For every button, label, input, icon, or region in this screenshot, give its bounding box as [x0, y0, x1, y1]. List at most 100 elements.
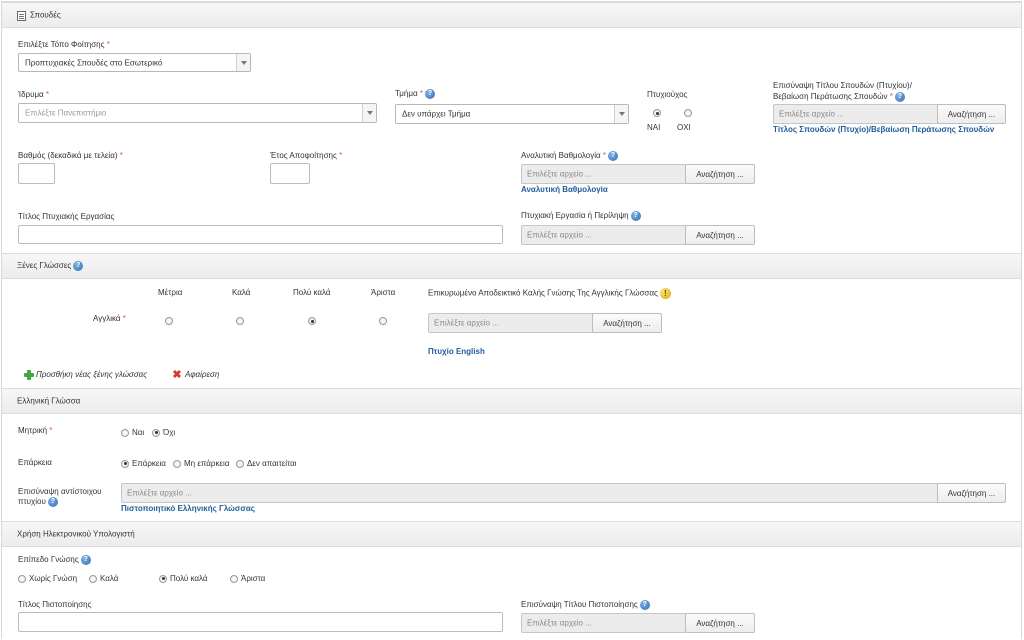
- native-yes-radio[interactable]: [121, 428, 129, 437]
- chevron-down-icon: [362, 104, 376, 122]
- year-input[interactable]: [270, 163, 310, 184]
- computer-cert-upload-label: Επισύναψη Τίτλου Πιστοποίησης?: [521, 600, 650, 610]
- remove-icon[interactable]: ✖: [172, 370, 182, 381]
- level-very-good-radio[interactable]: [159, 574, 167, 583]
- graduate-label: Πτυχιούχος: [647, 90, 688, 99]
- proficiency-yes-radio[interactable]: [121, 459, 129, 468]
- transcript-link[interactable]: Αναλυτική Βαθμολογία: [521, 185, 608, 194]
- studies-section-header: Σπουδές: [2, 2, 1021, 28]
- language-cert-label: Επικυρωμένο Αποδεικτικό Καλής Γνώσης Της…: [428, 288, 671, 299]
- greek-cert-search-button[interactable]: Αναζήτηση ...: [937, 483, 1006, 503]
- help-icon[interactable]: ?: [630, 211, 641, 221]
- english-good-radio[interactable]: [236, 317, 244, 325]
- graduate-no-radio[interactable]: [684, 109, 692, 117]
- proficiency-no-radio[interactable]: [173, 459, 181, 468]
- thesis-title-input[interactable]: [18, 225, 503, 244]
- proficiency-not-required-option[interactable]: Δεν απαιτείται: [236, 459, 297, 468]
- native-yes-option[interactable]: Ναι: [121, 428, 144, 437]
- computer-title: Χρήση Ηλεκτρονικού Υπολογιστή: [17, 529, 135, 539]
- remove-language-button[interactable]: Αφαίρεση: [185, 370, 219, 379]
- degree-link[interactable]: Τίτλος Σπουδών (Πτυχίο)/Βεβαίωση Περάτωσ…: [773, 125, 994, 134]
- help-icon[interactable]: ?: [639, 600, 650, 610]
- computer-level-label: Επίπεδο Γνώσης?: [18, 555, 91, 565]
- graduate-no-label: ΟΧΙ: [677, 123, 691, 132]
- english-cert-search-button[interactable]: Αναζήτηση ...: [592, 313, 662, 333]
- greek-upload-label-line1: Επισύναψη αντίστοιχου: [18, 487, 102, 496]
- institution-select[interactable]: Επιλέξτε Πανεπιστήμιο: [18, 103, 377, 123]
- chevron-down-icon: [236, 54, 250, 71]
- thesis-upload-label: Πτυχιακή Εργασία ή Περίληψη?: [521, 211, 641, 221]
- institution-select-value: Επιλέξτε Πανεπιστήμιο: [25, 108, 107, 118]
- department-label: Τμήμα *?: [395, 89, 435, 99]
- plus-icon[interactable]: [24, 370, 34, 380]
- degree-upload-label-line1: Επισύναψη Τίτλου Σπουδών (Πτυχίου)/: [773, 81, 912, 90]
- level-excellent-option[interactable]: Άριστα: [230, 574, 265, 583]
- place-select[interactable]: Προπτυχιακές Σπουδές στο Εσωτερικό: [18, 53, 251, 72]
- thesis-file-input[interactable]: Επιλέξτε αρχείο ...: [521, 225, 687, 245]
- native-label: Μητρική *: [18, 426, 53, 435]
- english-cert-file-input[interactable]: Επιλέξτε αρχείο ...: [428, 313, 594, 333]
- help-icon[interactable]: ?: [894, 92, 905, 102]
- proficiency-yes-option[interactable]: Επάρκεια: [121, 459, 166, 468]
- computer-cert-file-input[interactable]: Επιλέξτε αρχείο ...: [521, 613, 687, 633]
- proficiency-not-required-radio[interactable]: [236, 459, 244, 468]
- graduate-yes-radio[interactable]: [653, 109, 661, 117]
- english-very-good-radio[interactable]: [308, 317, 316, 325]
- file-placeholder: Επιλέξτε αρχείο ...: [527, 230, 592, 240]
- file-placeholder: Επιλέξτε αρχείο ...: [434, 318, 499, 328]
- grade-input[interactable]: [18, 163, 55, 184]
- document-icon: [17, 11, 26, 21]
- native-no-radio[interactable]: [152, 428, 160, 437]
- grade-label: Βαθμός (δεκαδικά με τελεία) *: [18, 151, 123, 160]
- transcript-label: Αναλυτική Βαθμολογία *?: [521, 151, 619, 161]
- computer-cert-search-button[interactable]: Αναζήτηση ...: [685, 613, 755, 633]
- level-none-radio[interactable]: [18, 574, 26, 583]
- help-icon[interactable]: ?: [608, 151, 619, 161]
- year-label: Έτος Αποφοίτησης *: [270, 151, 343, 160]
- proficiency-label: Επάρκεια: [18, 458, 52, 467]
- institution-label: Ίδρυμα *: [18, 90, 50, 99]
- english-cert-link[interactable]: Πτυχίο English: [428, 347, 485, 356]
- place-select-value: Προπτυχιακές Σπουδές στο Εσωτερικό: [25, 58, 163, 67]
- place-label: Επιλέξτε Τόπο Φοίτησης *: [18, 40, 110, 49]
- language-name: Αγγλικά *: [93, 314, 126, 323]
- thesis-search-button[interactable]: Αναζήτηση ...: [685, 225, 755, 245]
- add-language-button[interactable]: Προσθήκη νέας ξένης γλώσσας: [36, 370, 147, 379]
- level-excellent-radio[interactable]: [230, 574, 238, 583]
- thesis-title-label: Τίτλος Πτυχιακής Εργασίας: [18, 212, 115, 221]
- level-header-very-good: Πολύ καλά: [293, 288, 331, 297]
- proficiency-no-option[interactable]: Μη επάρκεια: [173, 459, 229, 468]
- help-icon[interactable]: ?: [80, 555, 91, 565]
- english-excellent-radio[interactable]: [379, 317, 387, 325]
- level-none-option[interactable]: Χωρίς Γνώση: [18, 574, 77, 583]
- chevron-down-icon: [614, 105, 628, 123]
- level-good-radio[interactable]: [89, 574, 97, 583]
- english-moderate-radio[interactable]: [165, 317, 173, 325]
- level-header-moderate: Μέτρια: [158, 288, 183, 297]
- help-icon[interactable]: ?: [47, 497, 58, 507]
- file-placeholder: Επιλέξτε αρχείο ...: [527, 618, 592, 628]
- greek-cert-file-input[interactable]: Επιλέξτε αρχείο ...: [121, 483, 939, 503]
- level-header-good: Καλά: [232, 288, 251, 297]
- computer-cert-title-label: Τίτλος Πιστοποίησης: [18, 600, 92, 609]
- greek-upload-label-line2: πτυχίου?: [18, 497, 58, 507]
- warning-icon[interactable]: !: [659, 288, 671, 299]
- level-very-good-option[interactable]: Πολύ καλά: [159, 574, 208, 583]
- level-header-excellent: Άριστα: [371, 288, 396, 297]
- computer-cert-title-input[interactable]: [18, 612, 503, 632]
- degree-file-input[interactable]: Επιλέξτε αρχείο ...: [773, 104, 939, 124]
- transcript-file-input[interactable]: Επιλέξτε αρχείο ...: [521, 164, 687, 184]
- department-select[interactable]: Δεν υπάρχει Τμήμα: [395, 104, 629, 124]
- transcript-search-button[interactable]: Αναζήτηση ...: [685, 164, 755, 184]
- department-select-value: Δεν υπάρχει Τμήμα: [402, 109, 471, 119]
- file-placeholder: Επιλέξτε αρχείο ...: [527, 169, 592, 179]
- help-icon[interactable]: ?: [73, 261, 84, 271]
- help-icon[interactable]: ?: [424, 89, 435, 99]
- greek-cert-link[interactable]: Πιστοποιητικό Ελληνικής Γλώσσας: [121, 504, 255, 513]
- degree-upload-label-line2: Βεβαίωση Περάτωσης Σπουδών *?: [773, 92, 905, 102]
- file-placeholder: Επιλέξτε αρχείο ...: [779, 109, 844, 119]
- native-no-option[interactable]: Όχι: [152, 428, 175, 437]
- level-good-option[interactable]: Καλά: [89, 574, 118, 583]
- greek-section-header: Ελληνική Γλώσσα: [2, 388, 1021, 414]
- degree-search-button[interactable]: Αναζήτηση ...: [937, 104, 1006, 124]
